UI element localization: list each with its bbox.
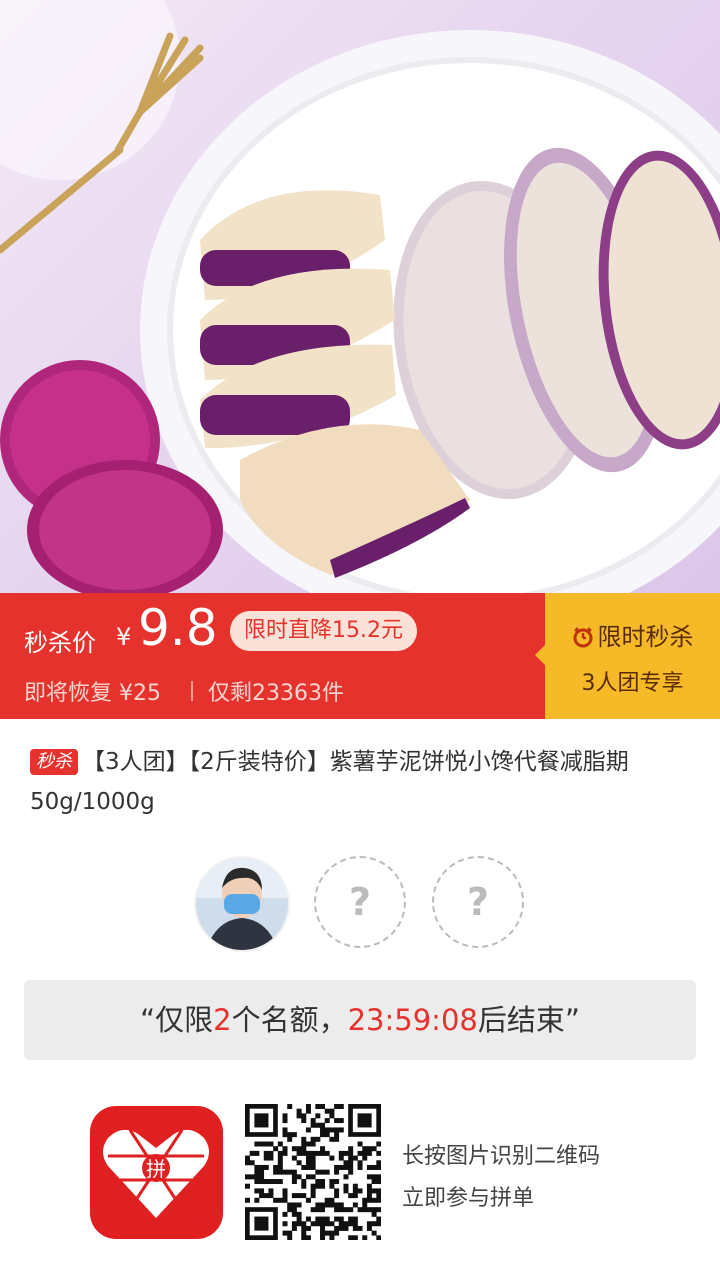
quota-count: 2 <box>213 1003 232 1037</box>
banner-notch <box>535 645 545 665</box>
empty-member-slot[interactable]: ? <box>432 856 524 948</box>
avatar <box>194 856 290 952</box>
price-value: 9.8 <box>138 599 218 657</box>
limited-time-row: 限时秒杀 <box>545 617 720 652</box>
seckill-tag: 秒杀 <box>30 749 78 775</box>
alarm-clock-icon <box>573 627 592 648</box>
limited-time-section: 限时秒杀 3人团专享 <box>545 593 720 719</box>
qr-hint-line1: 长按图片识别二维码 <box>402 1144 601 1169</box>
logo-character: 拼 <box>146 1157 166 1181</box>
limited-seckill-label: 限时秒杀 <box>597 623 694 651</box>
price-section: 秒杀价 ¥ 9.8 限时直降15.2元 即将恢复 ¥25 仅剩23363件 <box>0 593 545 719</box>
purple-sweet-potato-cake-photo <box>0 0 720 593</box>
countdown-timer: 23:59:08 <box>347 1003 478 1037</box>
price-drop-tag: 限时直降15.2元 <box>230 611 417 651</box>
product-title-text: 【3人团】【2斤装特价】紫薯芋泥饼悦小馋代餐减脂期50g/1000g <box>30 749 629 815</box>
divider <box>191 681 193 701</box>
quota-suffix: 后结束” <box>477 1003 580 1037</box>
seckill-price-label: 秒杀价 <box>24 629 96 657</box>
quota-countdown-box: “仅限2个名额，23:59:08后结束” <box>24 980 696 1060</box>
quota-mid: 个名额， <box>231 1003 348 1037</box>
question-mark-icon: ? <box>348 880 372 924</box>
group-exclusive-label: 3人团专享 <box>581 671 684 696</box>
product-image <box>0 0 720 593</box>
product-title: 秒杀 【3人团】【2斤装特价】紫薯芋泥饼悦小馋代餐减脂期50g/1000g <box>30 742 690 822</box>
qr-hint-line2: 立即参与拼单 <box>402 1186 535 1211</box>
pinduoduo-heart-logo: 拼 <box>103 1129 209 1218</box>
qr-code-image <box>245 1104 382 1241</box>
question-mark-icon: ? <box>466 880 490 924</box>
qr-code-icon[interactable] <box>245 1104 382 1241</box>
restore-price-text: 即将恢复 ¥25 <box>24 681 161 706</box>
currency-symbol: ¥ <box>116 623 132 651</box>
user-avatar-photo <box>196 858 288 950</box>
remaining-stock-text: 仅剩23363件 <box>208 681 344 706</box>
pinduoduo-logo-icon: 拼 <box>90 1106 223 1239</box>
price-banner: 秒杀价 ¥ 9.8 限时直降15.2元 即将恢复 ¥25 仅剩23363件 限时… <box>0 593 720 719</box>
quota-prefix: “仅限 <box>140 1003 214 1037</box>
empty-member-slot[interactable]: ? <box>314 856 406 948</box>
